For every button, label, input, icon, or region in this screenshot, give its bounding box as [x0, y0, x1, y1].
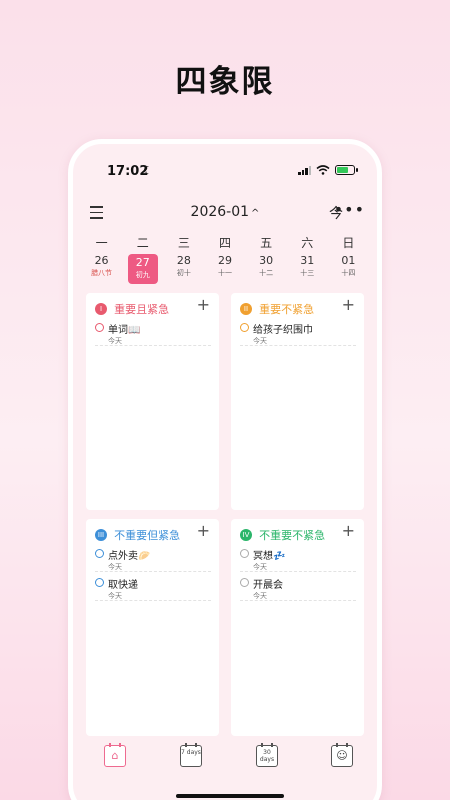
- home-indicator: [176, 794, 284, 798]
- task-date: 今天: [253, 563, 267, 571]
- task-date: 今天: [108, 592, 122, 600]
- quadrant-title: 重要且紧急: [114, 302, 170, 316]
- task-checkbox[interactable]: [95, 549, 104, 558]
- task-date: 今天: [253, 592, 267, 600]
- add-task-icon[interactable]: +: [342, 295, 355, 314]
- seven-days-icon: 7 days: [181, 749, 201, 756]
- task-date: 今天: [108, 563, 122, 571]
- date-day: 29: [217, 254, 232, 267]
- top-bar: 2026-01 ^ 今 •••: [73, 200, 377, 226]
- tab-thirty-days[interactable]: 30 days: [256, 743, 278, 767]
- task-item[interactable]: 给孩子织围巾 今天: [240, 320, 356, 346]
- date-day: 31: [300, 254, 315, 267]
- date-day: 26: [94, 254, 109, 267]
- date-lunar: 十三: [300, 269, 315, 277]
- week-dates: 26 腊八节 27 初九 28 初十 29 十一 30 十二 31 十三 01 …: [81, 252, 369, 284]
- quadrant-header: IV 不重要不紧急 +: [231, 519, 364, 543]
- tab-smile-calendar[interactable]: ☺: [331, 743, 353, 767]
- quadrant-important-urgent: I 重要且紧急 + 单词📖 今天: [86, 293, 219, 510]
- date-day: 28: [176, 254, 191, 267]
- home-calendar-icon: ⌂: [111, 749, 119, 762]
- quadrant-badge-icon: II: [240, 302, 252, 315]
- quadrant-badge-icon: I: [95, 302, 107, 315]
- more-icon[interactable]: •••: [334, 200, 365, 219]
- task-date: 今天: [253, 337, 267, 345]
- tab-seven-days[interactable]: 7 days: [180, 743, 202, 767]
- task-checkbox[interactable]: [95, 323, 104, 332]
- quadrant-title: 重要不紧急: [259, 302, 315, 316]
- weekday-label: 二: [136, 236, 149, 250]
- weekday-label: 四: [218, 236, 231, 250]
- quadrant-header: III 不重要但紧急 +: [86, 519, 219, 543]
- bottom-tab-bar: ⌂ 7 days 30 days ☺: [73, 743, 377, 775]
- weekday-label: 六: [301, 236, 314, 250]
- status-icons: [298, 165, 358, 175]
- phone-frame: 17:02 ☾ 2026-01 ^ 今 ••• 一 二 三 四 五 六 日 26…: [68, 139, 382, 800]
- task-text: 冥想💤: [253, 551, 286, 562]
- date-cell[interactable]: 28 初十: [163, 252, 204, 282]
- battery-icon: [335, 165, 358, 175]
- weekday-label: 一: [95, 236, 108, 250]
- task-checkbox[interactable]: [240, 578, 249, 587]
- add-task-icon[interactable]: +: [197, 521, 210, 540]
- task-text: 开晨会: [253, 580, 283, 591]
- quadrant-badge-icon: III: [95, 528, 107, 541]
- thirty-days-icon: 30 days: [259, 749, 275, 763]
- task-checkbox[interactable]: [95, 578, 104, 587]
- date-day: 01: [341, 254, 356, 267]
- add-task-icon[interactable]: +: [197, 295, 210, 314]
- date-lunar: 十二: [259, 269, 274, 277]
- selected-date-pill: 27 初九: [127, 254, 158, 284]
- task-text: 单词📖: [108, 325, 141, 336]
- promo-title: 四象限: [175, 64, 275, 100]
- weekday-header: 一 二 三 四 五 六 日: [81, 234, 369, 251]
- date-cell[interactable]: 01 十四: [328, 252, 369, 282]
- task-text: 点外卖🥟: [108, 551, 151, 562]
- quadrant-header: II 重要不紧急 +: [231, 293, 364, 317]
- task-item[interactable]: 取快递 今天: [95, 575, 211, 601]
- date-day: 30: [259, 254, 274, 267]
- date-cell-selected[interactable]: 27 初九: [122, 252, 163, 284]
- task-date: 今天: [108, 337, 122, 345]
- quadrant-title: 不重要但紧急: [114, 528, 181, 542]
- date-cell[interactable]: 29 十一: [204, 252, 245, 282]
- quadrant-badge-icon: IV: [240, 528, 252, 541]
- date-cell[interactable]: 31 十三: [287, 252, 328, 282]
- date-lunar: 十一: [217, 269, 232, 277]
- quadrant-important-not-urgent: II 重要不紧急 + 给孩子织围巾 今天: [231, 293, 364, 510]
- task-item[interactable]: 单词📖 今天: [95, 320, 211, 346]
- smile-calendar-icon: ☺: [336, 749, 348, 762]
- weekday-label: 三: [177, 236, 190, 250]
- date-lunar: 初十: [176, 269, 191, 277]
- quadrant-not-important-not-urgent: IV 不重要不紧急 + 冥想💤 今天 开晨会 今天: [231, 519, 364, 736]
- task-item[interactable]: 开晨会 今天: [240, 575, 356, 601]
- date-lunar: 腊八节: [91, 269, 113, 277]
- month-label: 2026-01: [190, 204, 250, 220]
- weekday-label: 五: [260, 236, 273, 250]
- add-task-icon[interactable]: +: [342, 521, 355, 540]
- task-checkbox[interactable]: [240, 323, 249, 332]
- tab-home-calendar[interactable]: ⌂: [104, 743, 126, 767]
- task-item[interactable]: 冥想💤 今天: [240, 546, 356, 572]
- date-lunar: 初九: [135, 271, 150, 279]
- task-checkbox[interactable]: [240, 549, 249, 558]
- date-lunar: 十四: [341, 269, 356, 277]
- date-day: 27: [135, 256, 150, 269]
- quadrant-not-important-urgent: III 不重要但紧急 + 点外卖🥟 今天 取快递 今天: [86, 519, 219, 736]
- task-text: 取快递: [108, 580, 138, 591]
- status-bar: 17:02 ☾: [73, 162, 377, 182]
- signal-icon: [298, 165, 311, 175]
- task-text: 给孩子织围巾: [253, 325, 313, 336]
- date-cell[interactable]: 30 十二: [246, 252, 287, 282]
- quadrant-header: I 重要且紧急 +: [86, 293, 219, 317]
- task-item[interactable]: 点外卖🥟 今天: [95, 546, 211, 572]
- quadrant-title: 不重要不紧急: [259, 528, 326, 542]
- date-cell[interactable]: 26 腊八节: [81, 252, 122, 282]
- weekday-label: 日: [342, 236, 355, 250]
- wifi-icon: [316, 165, 330, 175]
- chevron-up-icon: ^: [251, 208, 260, 219]
- moon-icon: ☾: [143, 164, 153, 177]
